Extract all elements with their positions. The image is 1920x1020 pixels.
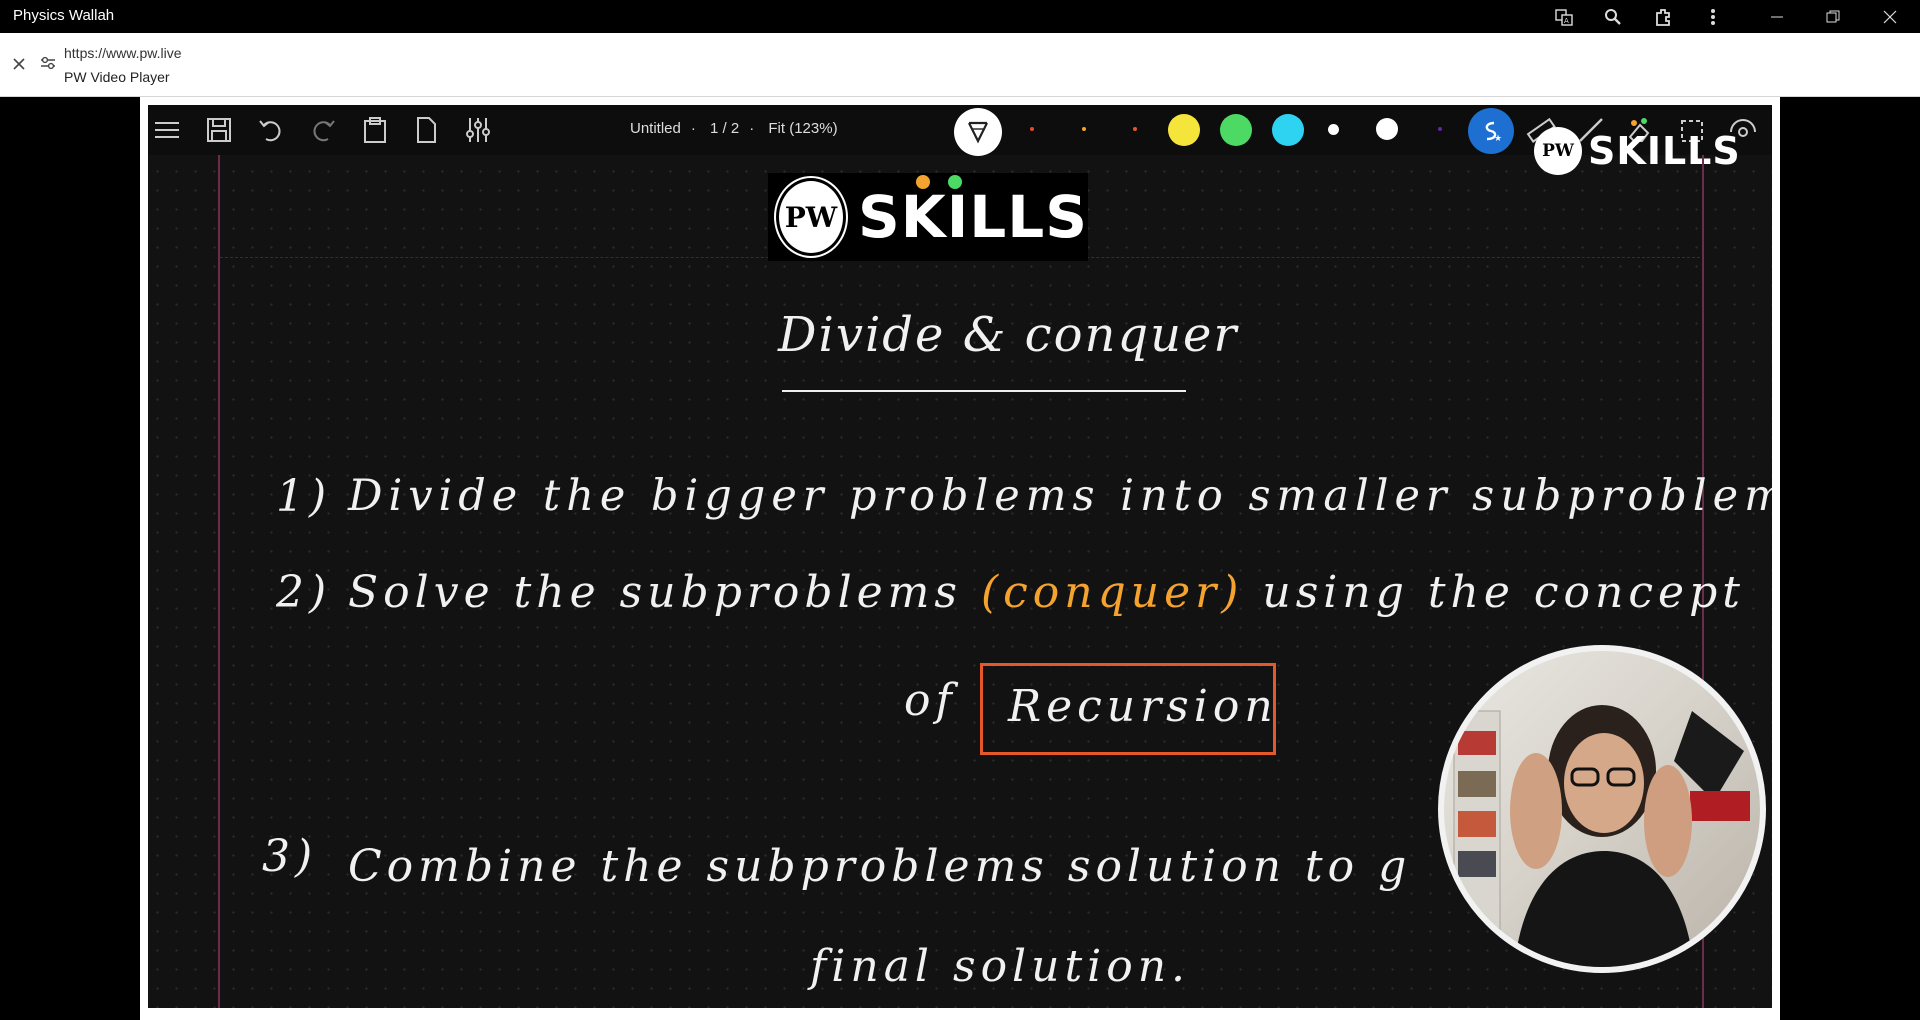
zoom-level: Fit (123%) xyxy=(768,120,838,137)
logo-dot-green xyxy=(948,175,962,189)
title-bar: Physics Wallah A xyxy=(0,0,1920,33)
step1-number: 1) xyxy=(276,471,332,522)
page-icon xyxy=(411,115,441,145)
step2-text-b: using the concept xyxy=(1262,567,1745,618)
skills-wordmark-small: SKILLS xyxy=(1588,129,1741,173)
video-frame[interactable]: Untitled · 1 / 2 · Fit (123%) ★ PW SKILL… xyxy=(148,105,1772,1008)
hamburger-icon xyxy=(152,115,182,145)
svg-text:★: ★ xyxy=(1494,134,1502,143)
color-swatch-orange xyxy=(1082,127,1086,131)
color-swatch-green xyxy=(1220,114,1252,146)
step3-number: 3) xyxy=(262,831,318,882)
step2-text-a: Solve the subproblems xyxy=(348,567,962,618)
document-info: Untitled · 1 / 2 · Fit (123%) xyxy=(630,120,838,137)
save-icon xyxy=(204,115,234,145)
logo-main: PW SKILLS xyxy=(768,173,1088,261)
translate-icon[interactable]: A xyxy=(1551,4,1577,30)
more-menu-icon[interactable] xyxy=(1700,4,1726,30)
color-swatch-cyan xyxy=(1272,114,1304,146)
window-title: Physics Wallah xyxy=(13,7,115,24)
logo-watermark: PW SKILLS xyxy=(1534,127,1741,175)
close-window-button[interactable] xyxy=(1877,4,1903,30)
logo-dot-orange xyxy=(916,175,930,189)
step2-boxed: Recursion xyxy=(1008,681,1278,732)
address-bar: https://www.pw.live PW Video Player xyxy=(0,33,1920,97)
page-indicator: 1 / 2 xyxy=(710,120,740,137)
step2-number: 2) xyxy=(276,567,332,618)
left-margin-line xyxy=(218,155,220,1008)
step2-highlight: (conquer) xyxy=(981,567,1244,618)
zoom-icon[interactable] xyxy=(1600,4,1626,30)
redo-icon xyxy=(308,115,338,145)
sliders-icon xyxy=(463,115,493,145)
color-swatch-dark-orange xyxy=(1133,127,1137,131)
step1-text: Divide the bigger problems into smaller … xyxy=(348,471,1772,521)
skills-wordmark: SKILLS xyxy=(858,183,1088,251)
step2-of: of xyxy=(904,675,957,726)
step3-text: Combine the subproblems solution to g xyxy=(348,841,1412,892)
minimize-button[interactable] xyxy=(1764,4,1790,30)
shape-tool-icon: ★ xyxy=(1468,108,1514,154)
site-settings-icon[interactable] xyxy=(40,55,56,76)
url-text[interactable]: https://www.pw.live xyxy=(64,45,182,61)
color-swatch-purple xyxy=(1438,127,1442,131)
undo-icon xyxy=(256,115,286,145)
whiteboard-toolbar: Untitled · 1 / 2 · Fit (123%) ★ PW SKILL… xyxy=(148,105,1772,175)
step3-continued: final solution. xyxy=(810,941,1191,992)
step2-text: Solve the subproblems (conquer) using th… xyxy=(348,567,1745,618)
video-player[interactable]: Untitled · 1 / 2 · Fit (123%) ★ PW SKILL… xyxy=(140,97,1780,1020)
page-name: PW Video Player xyxy=(64,69,170,85)
heading-underline xyxy=(782,390,1186,392)
color-swatch-yellow xyxy=(1168,114,1200,146)
extensions-icon[interactable] xyxy=(1650,4,1676,30)
pw-badge-small: PW xyxy=(1534,127,1582,175)
color-swatch-red xyxy=(1030,127,1034,131)
instructor-webcam xyxy=(1438,645,1766,973)
board-heading: Divide & conquer xyxy=(778,307,1239,363)
pen-tool-icon xyxy=(954,108,1002,156)
pw-badge: PW xyxy=(776,178,846,256)
size-dot-small xyxy=(1328,124,1339,135)
close-icon[interactable] xyxy=(12,55,26,76)
size-dot-large xyxy=(1376,118,1398,140)
svg-text:A: A xyxy=(1564,17,1569,25)
doc-name: Untitled xyxy=(630,120,681,137)
restore-button[interactable] xyxy=(1820,4,1846,30)
clipboard-icon xyxy=(360,115,390,145)
